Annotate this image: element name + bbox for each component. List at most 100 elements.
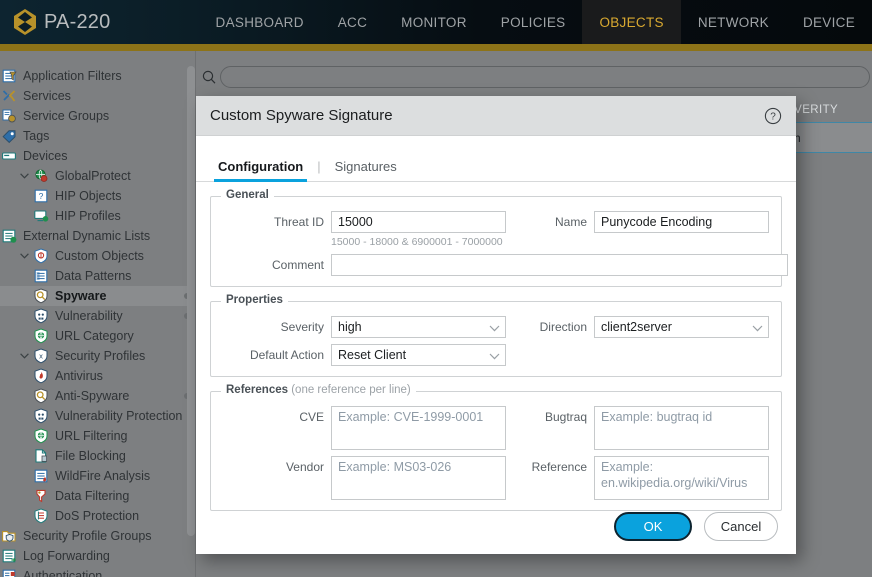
- sidebar-item-label: DoS Protection: [55, 509, 139, 523]
- sidebar-item-spyware[interactable]: Spyware: [0, 286, 196, 306]
- sidebar-item-services[interactable]: Services: [0, 86, 196, 106]
- sidebar-item-data-patterns[interactable]: Data Patterns: [0, 266, 196, 286]
- threat-id-input[interactable]: [331, 211, 506, 233]
- nav-tabs: DASHBOARD ACC MONITOR POLICIES OBJECTS N…: [199, 0, 872, 44]
- direction-select[interactable]: client2server: [594, 316, 769, 338]
- bugtraq-textarea[interactable]: [594, 406, 769, 450]
- comment-input[interactable]: [331, 254, 788, 276]
- sidebar-item-anti-spyware[interactable]: Anti-Spyware: [0, 386, 196, 406]
- default-action-value: Reset Client: [338, 348, 406, 362]
- external-dynamic-lists-icon: [0, 228, 18, 244]
- nav-tab-device[interactable]: DEVICE: [786, 0, 872, 44]
- sidebar-item-file-blocking[interactable]: File Blocking: [0, 446, 196, 466]
- brand-name: PA-220: [44, 11, 110, 34]
- svg-text:?: ?: [39, 191, 44, 201]
- general-legend: General: [221, 189, 274, 201]
- sidebar-item-label: HIP Profiles: [55, 209, 121, 223]
- brand: PA-220: [0, 9, 175, 35]
- chevron-down-icon[interactable]: [16, 351, 32, 361]
- sidebar-item-list: Application FiltersServicesService Group…: [0, 51, 196, 577]
- bugtraq-label: Bugtraq: [512, 406, 594, 424]
- sidebar-item-vulnerability[interactable]: Vulnerability: [0, 306, 196, 326]
- sidebar-item-label: Anti-Spyware: [55, 389, 129, 403]
- svg-text:x: x: [39, 351, 43, 360]
- vendor-field-group: Vendor: [223, 456, 512, 500]
- sidebar-item-label: Authentication: [23, 569, 102, 577]
- sidebar-item-label: Devices: [23, 149, 67, 163]
- cve-textarea[interactable]: [331, 406, 506, 450]
- name-input[interactable]: [594, 211, 769, 233]
- file-blocking-icon: [32, 448, 50, 464]
- sidebar-item-url-category[interactable]: URL Category: [0, 326, 196, 346]
- search-input[interactable]: [220, 66, 870, 88]
- cancel-button[interactable]: Cancel: [704, 512, 778, 541]
- severity-field-group: Severity high: [223, 316, 512, 338]
- properties-legend-text: Properties: [226, 294, 283, 306]
- severity-select[interactable]: high: [331, 316, 506, 338]
- custom-objects-icon: [32, 248, 50, 264]
- sidebar-item-label: Antivirus: [55, 369, 103, 383]
- chevron-down-icon[interactable]: [16, 251, 32, 261]
- hip-profiles-icon: [32, 208, 50, 224]
- comment-row: Comment: [223, 254, 769, 276]
- default-action-row: Default Action Reset Client: [223, 344, 769, 366]
- sidebar-item-vulnerability-protection[interactable]: Vulnerability Protection: [0, 406, 196, 426]
- severity-direction-row: Severity high Direction client2server: [223, 316, 769, 338]
- sidebar-item-hip-profiles[interactable]: HIP Profiles: [0, 206, 196, 226]
- threat-id-label: Threat ID: [223, 211, 331, 229]
- general-section: General Threat ID 15000 - 18000 & 690000…: [210, 196, 782, 287]
- sidebar-item-hip-objects[interactable]: ?HIP Objects: [0, 186, 196, 206]
- reference-textarea[interactable]: [594, 456, 769, 500]
- ok-button[interactable]: OK: [614, 512, 692, 541]
- tags-icon: [0, 128, 18, 144]
- tab-signatures[interactable]: Signatures: [331, 159, 401, 181]
- sidebar-scrollbar-thumb[interactable]: [187, 66, 195, 536]
- sidebar-item-label: URL Filtering: [55, 429, 127, 443]
- sidebar-item-tags[interactable]: Tags: [0, 126, 196, 146]
- sidebar-item-service-groups[interactable]: Service Groups: [0, 106, 196, 126]
- tab-configuration[interactable]: Configuration: [214, 159, 307, 181]
- nav-tab-acc[interactable]: ACC: [321, 0, 384, 44]
- sidebar-item-authentication[interactable]: Authentication: [0, 566, 196, 577]
- sidebar-item-security-profile-groups[interactable]: Security Profile Groups: [0, 526, 196, 546]
- chevron-down-icon[interactable]: [16, 171, 32, 181]
- wildfire-analysis-icon: [32, 468, 50, 484]
- sidebar-item-wildfire-analysis[interactable]: WildFire Analysis: [0, 466, 196, 486]
- nav-tab-monitor[interactable]: MONITOR: [384, 0, 484, 44]
- sidebar-item-devices[interactable]: Devices: [0, 146, 196, 166]
- default-action-field-group: Default Action Reset Client: [223, 344, 506, 366]
- severity-label: Severity: [223, 316, 331, 334]
- nav-tab-objects[interactable]: OBJECTS: [582, 0, 680, 44]
- sidebar-item-data-filtering[interactable]: Data Filtering: [0, 486, 196, 506]
- sidebar-item-external-dynamic-lists[interactable]: External Dynamic Lists: [0, 226, 196, 246]
- sidebar-item-url-filtering[interactable]: URL Filtering: [0, 426, 196, 446]
- sidebar-item-globalprotect[interactable]: GlobalProtect: [0, 166, 196, 186]
- search-bar: [198, 65, 870, 89]
- sidebar-item-antivirus[interactable]: Antivirus: [0, 366, 196, 386]
- sidebar-item-label: Spyware: [55, 289, 106, 303]
- question-mark-circle-icon[interactable]: ?: [764, 107, 782, 125]
- default-action-label: Default Action: [223, 344, 331, 362]
- nav-tab-policies[interactable]: POLICIES: [484, 0, 583, 44]
- security-profiles-icon: x: [32, 348, 50, 364]
- url-category-icon: [32, 328, 50, 344]
- sidebar-item-label: URL Category: [55, 329, 134, 343]
- name-field-group: Name: [512, 211, 769, 233]
- nav-tab-network[interactable]: NETWORK: [681, 0, 786, 44]
- search-icon: [198, 70, 220, 84]
- direction-label: Direction: [512, 316, 594, 334]
- sidebar-item-security-profiles[interactable]: xSecurity Profiles: [0, 346, 196, 366]
- nav-tab-dashboard[interactable]: DASHBOARD: [199, 0, 321, 44]
- vendor-textarea[interactable]: [331, 456, 506, 500]
- sidebar-item-custom-objects[interactable]: Custom Objects: [0, 246, 196, 266]
- default-action-select[interactable]: Reset Client: [331, 344, 506, 366]
- dos-protection-icon: [32, 508, 50, 524]
- references-legend-text: References: [226, 384, 288, 396]
- comment-field-group: Comment: [223, 254, 788, 276]
- sidebar-item-label: Custom Objects: [55, 249, 144, 263]
- properties-section: Properties Severity high Direction clien…: [210, 301, 782, 377]
- sidebar-item-dos-protection[interactable]: DoS Protection: [0, 506, 196, 526]
- sidebar-item-application-filters[interactable]: Application Filters: [0, 66, 196, 86]
- references-legend: References (one reference per line): [221, 384, 416, 396]
- sidebar-item-log-forwarding[interactable]: Log Forwarding: [0, 546, 196, 566]
